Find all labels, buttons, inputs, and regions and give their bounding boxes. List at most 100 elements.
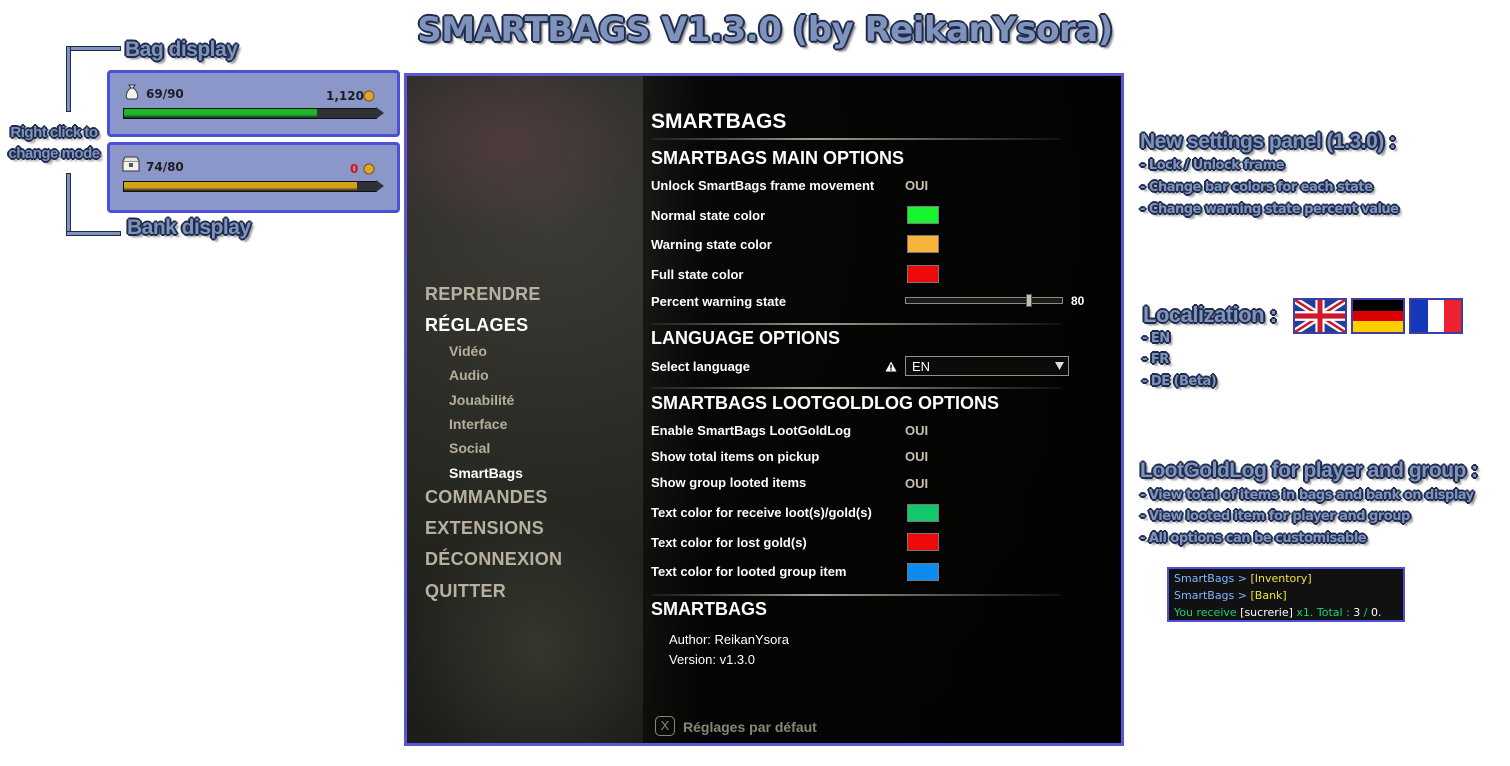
submenu-social[interactable]: Social: [449, 440, 490, 456]
bag-widget[interactable]: 69/90 1,120: [107, 70, 400, 137]
localization-title: Localization :: [1143, 302, 1277, 327]
settings-note-2: - Change bar colors for each state: [1140, 180, 1373, 195]
receive-color-swatch[interactable]: [907, 504, 939, 522]
receive-color-label: Text color for receive loot(s)/gold(s): [651, 505, 872, 520]
bank-display-label: Bank display: [127, 216, 251, 239]
language-select-value: EN: [912, 359, 931, 374]
background-ground: [407, 506, 667, 743]
lootgoldlog-options-header: SMARTBAGS LOOTGOLDLOG OPTIONS: [651, 393, 999, 413]
right-click-hint: Right click to change mode: [4, 122, 104, 164]
right-click-hint-line1: Right click to: [10, 124, 98, 141]
divider: [651, 138, 1061, 140]
bag-bar-tip: [376, 107, 384, 119]
submenu-video[interactable]: Vidéo: [449, 343, 487, 359]
percent-warning-label: Percent warning state: [651, 294, 787, 309]
right-click-hint-line2: change mode: [8, 145, 100, 162]
bank-chest-icon: [122, 156, 140, 172]
game-settings-panel: REPRENDRE RÉGLAGES Vidéo Audio Jouabilit…: [404, 73, 1124, 746]
menu-commandes[interactable]: COMMANDES: [425, 487, 548, 508]
reset-defaults-button[interactable]: Réglages par défaut: [683, 719, 817, 735]
submenu-smartbags[interactable]: SmartBags: [449, 465, 523, 481]
warning-color-label: Warning state color: [651, 237, 772, 252]
version-text: Version: v1.3.0: [669, 652, 755, 667]
chat-line-inventory: SmartBags > [Inventory]: [1174, 570, 1398, 587]
show-group-label: Show group looted items: [651, 475, 807, 490]
group-item-color-swatch[interactable]: [907, 563, 939, 581]
bank-widget[interactable]: 74/80 0: [107, 142, 400, 213]
lootgoldlog-note-3: - All options can be customisable: [1140, 531, 1367, 546]
bank-bracket-bottom: [66, 231, 121, 236]
chat-line-receive: You receive [sucrerie] x1. Total : 3 / 0…: [1174, 604, 1398, 621]
chat-prefix: SmartBags >: [1174, 589, 1251, 602]
lootgoldlog-note-2: - View looted item for player and group: [1140, 509, 1410, 524]
gold-coin-icon: [363, 163, 375, 175]
menu-quitter[interactable]: QUITTER: [425, 581, 506, 602]
localization-de: - DE (Beta): [1142, 374, 1217, 389]
full-color-swatch[interactable]: [907, 265, 939, 283]
author-text: Author: ReikanYsora: [669, 632, 789, 647]
language-options-header: LANGUAGE OPTIONS: [651, 328, 841, 348]
chevron-down-icon: [1055, 362, 1064, 370]
chat-separator: /: [1360, 606, 1371, 619]
menu-extensions[interactable]: EXTENSIONS: [425, 518, 544, 539]
lost-gold-color-swatch[interactable]: [907, 533, 939, 551]
show-total-toggle[interactable]: OUI: [905, 449, 928, 464]
normal-color-label: Normal state color: [651, 208, 766, 223]
enable-lootgoldlog-toggle[interactable]: OUI: [905, 423, 928, 438]
unlock-frame-toggle[interactable]: OUI: [905, 178, 928, 193]
submenu-audio[interactable]: Audio: [449, 367, 489, 383]
options-title: SMARTBAGS: [651, 110, 787, 133]
about-header: SMARTBAGS: [651, 599, 767, 619]
gold-coin-icon: [363, 90, 375, 102]
chat-log-sample: SmartBags > [Inventory] SmartBags > [Ban…: [1167, 567, 1405, 622]
bag-bracket-side: [66, 46, 71, 112]
chat-tag-inventory: [Inventory]: [1250, 572, 1312, 585]
reset-key-icon[interactable]: X: [655, 716, 675, 736]
divider: [651, 323, 1061, 325]
bank-bar-tip: [376, 180, 384, 192]
submenu-jouabilite[interactable]: Jouabilité: [449, 392, 514, 408]
percent-slider-track[interactable]: [905, 294, 1063, 307]
divider: [651, 387, 1061, 389]
localization-fr: - FR: [1142, 352, 1169, 367]
submenu-interface[interactable]: Interface: [449, 416, 507, 432]
bag-bracket-top: [66, 46, 121, 51]
divider: [651, 594, 1061, 596]
chat-tag-bank: [Bank]: [1250, 589, 1287, 602]
germany-flag-icon: [1351, 298, 1405, 334]
unlock-frame-label: Unlock SmartBags frame movement: [651, 178, 875, 193]
menu-reprendre[interactable]: REPRENDRE: [425, 284, 541, 305]
chat-line-bank: SmartBags > [Bank]: [1174, 587, 1398, 604]
group-item-color-label: Text color for looted group item: [651, 564, 847, 579]
settings-note-1: - Lock / Unlock frame: [1140, 158, 1285, 173]
enable-lootgoldlog-label: Enable SmartBags LootGoldLog: [651, 423, 852, 438]
chat-receive-text: You receive: [1174, 606, 1241, 619]
lootgoldlog-note-1: - View total of items in bags and bank o…: [1140, 488, 1474, 503]
bank-slots: 74/80: [146, 160, 184, 174]
normal-color-swatch[interactable]: [907, 206, 939, 224]
percent-slider-thumb[interactable]: [1026, 294, 1032, 307]
options-panel: SMARTBAGS SMARTBAGS MAIN OPTIONS Unlock …: [643, 76, 1121, 743]
lootgoldlog-title: LootGoldLog for player and group :: [1140, 459, 1478, 482]
show-group-toggle[interactable]: OUI: [905, 476, 928, 491]
bank-gold: 0: [350, 162, 359, 176]
warning-color-swatch[interactable]: [907, 235, 939, 253]
language-select[interactable]: EN: [905, 356, 1069, 376]
bag-progress-bar: [123, 108, 377, 119]
percent-warning-value: 80: [1071, 294, 1085, 308]
uk-flag-icon: [1293, 298, 1347, 334]
bag-display-label: Bag display: [125, 38, 238, 61]
chat-item-link[interactable]: [sucrerie]: [1240, 606, 1293, 619]
main-options-header: SMARTBAGS MAIN OPTIONS: [651, 148, 905, 168]
bank-progress-bar: [123, 181, 377, 192]
show-total-label: Show total items on pickup: [651, 449, 820, 464]
bank-progress-fill: [124, 182, 358, 191]
menu-deconnexion[interactable]: DÉCONNEXION: [425, 549, 562, 570]
background-foliage: [407, 76, 647, 236]
lost-gold-color-label: Text color for lost gold(s): [651, 535, 807, 550]
bank-bracket-side: [66, 173, 71, 236]
settings-panel-title: New settings panel (1.3.0) :: [1140, 130, 1396, 153]
menu-reglages[interactable]: RÉGLAGES: [425, 315, 528, 336]
localization-en: - EN: [1142, 331, 1170, 346]
settings-note-3: - Change warning state percent value: [1140, 202, 1399, 217]
